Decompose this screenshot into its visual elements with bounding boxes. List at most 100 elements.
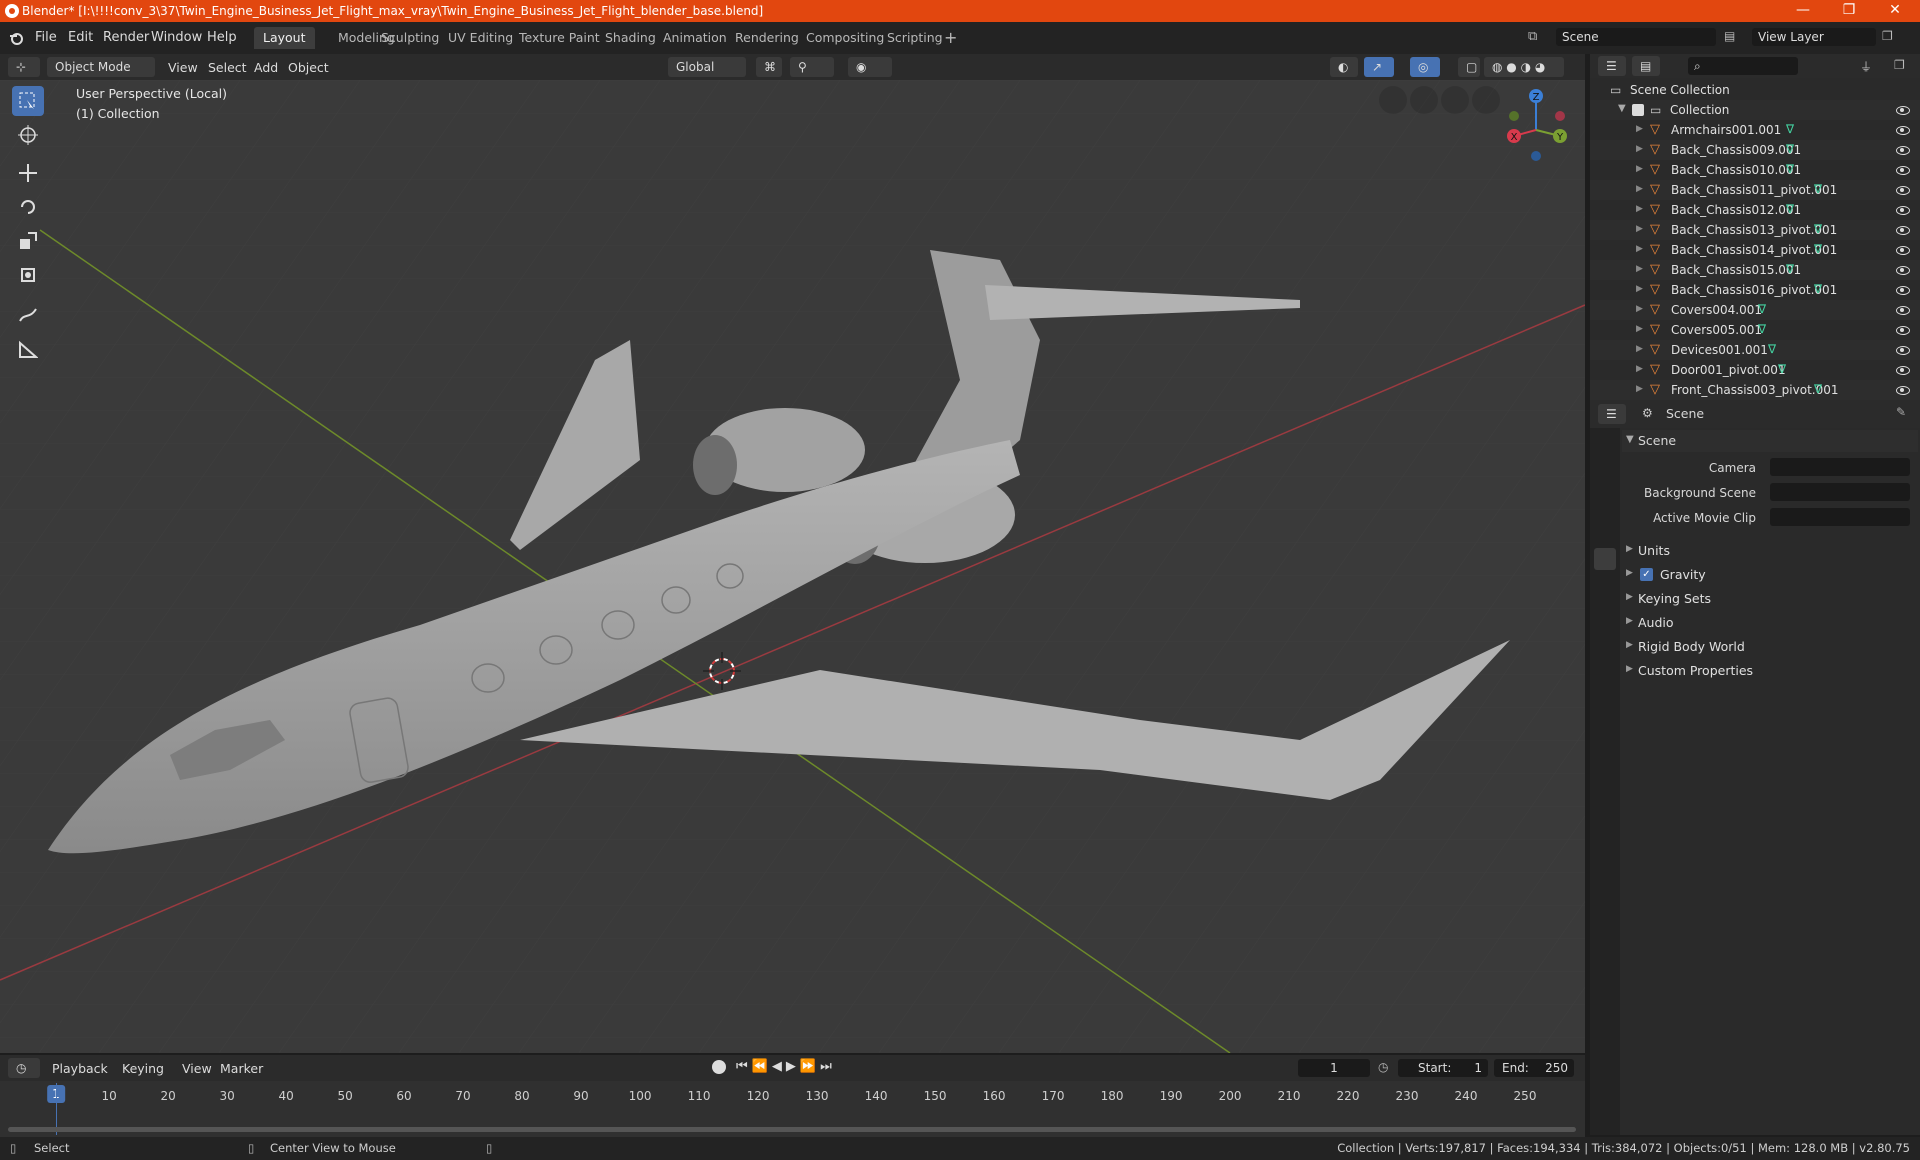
mesh-data-icon[interactable]: ∇ (1814, 242, 1822, 256)
eye-icon[interactable] (1896, 166, 1910, 175)
timeline-editor-type-icon[interactable]: ◷ (8, 1058, 40, 1078)
tab-sculpting[interactable]: Sculpting (372, 27, 448, 49)
pan-hand-icon[interactable] (1441, 86, 1469, 114)
expand-arrow-icon[interactable]: ▶ (1636, 224, 1643, 234)
pivot-icon[interactable]: ⌘ (756, 57, 782, 77)
playback-controls[interactable]: ⏮⏪◀▶⏩⏭ (736, 1059, 836, 1074)
expand-arrow-icon[interactable]: ▶ (1636, 164, 1643, 174)
cursor-tool[interactable] (12, 120, 44, 150)
mode-select[interactable]: Object Mode (47, 57, 155, 77)
close-button[interactable]: ✕ (1872, 0, 1918, 22)
outliner-item[interactable]: ▶ ▽ Covers005.001 ∇ (1590, 320, 1920, 340)
mesh-data-icon[interactable]: ∇ (1768, 342, 1776, 356)
expand-arrow-icon[interactable]: ▶ (1636, 304, 1643, 314)
expand-arrow-icon[interactable]: ▶ (1636, 364, 1643, 374)
zoom-icon[interactable] (1472, 86, 1500, 114)
outliner-item[interactable]: ▶ ▽ Back_Chassis012.001 ∇ (1590, 200, 1920, 220)
outliner-editor-type-icon[interactable]: ☰ (1598, 56, 1626, 76)
properties-section[interactable]: ▶ Audio (1622, 612, 1918, 634)
outliner-item[interactable]: ▶ ▽ Covers004.001 ∇ (1590, 300, 1920, 320)
scene-field[interactable]: Scene (1556, 28, 1716, 46)
scene-collection-row[interactable]: ▭ Scene Collection (1590, 80, 1920, 100)
mesh-data-icon[interactable]: ∇ (1786, 202, 1794, 216)
visibility-icon[interactable]: ◐ (1330, 57, 1358, 77)
eye-icon[interactable] (1896, 226, 1910, 235)
scale-tool[interactable] (12, 226, 44, 256)
outliner-item[interactable]: ▶ ▽ Front_Chassis003_pivot.001 ∇ (1590, 380, 1920, 400)
frame-ruler[interactable]: 1102030405060708090100110120130140150160… (0, 1081, 1585, 1107)
scene-tab-icon[interactable] (1594, 548, 1616, 570)
outliner-item[interactable]: ▶ ▽ Back_Chassis015.001 ∇ (1590, 260, 1920, 280)
marker-menu[interactable]: Marker (220, 1061, 263, 1076)
start-frame-field[interactable]: Start: 1 (1398, 1059, 1488, 1077)
mesh-data-icon[interactable]: ∇ (1758, 322, 1766, 336)
expand-arrow-icon[interactable]: ▶ (1636, 324, 1643, 334)
menu-file[interactable]: File (35, 30, 57, 45)
move-tool[interactable] (12, 158, 44, 188)
pin-icon[interactable]: ✎ (1896, 405, 1906, 419)
measure-tool[interactable] (12, 334, 44, 364)
select-menu[interactable]: Select (208, 60, 247, 75)
outliner-search-input[interactable]: ⌕ (1688, 57, 1798, 75)
rotate-tool[interactable] (12, 192, 44, 222)
snap-icon[interactable]: ⚲ (790, 57, 834, 77)
timeline-view-menu[interactable]: View (182, 1061, 212, 1076)
tab-animation[interactable]: Animation (654, 27, 736, 49)
keying-menu[interactable]: Keying (122, 1061, 164, 1076)
properties-section[interactable]: ▶ Keying Sets (1622, 588, 1918, 610)
mesh-data-icon[interactable]: ∇ (1814, 182, 1822, 196)
add-workspace-icon[interactable]: + (944, 28, 957, 47)
minimize-button[interactable]: — (1780, 0, 1826, 22)
output-tab-icon[interactable] (1594, 494, 1616, 516)
collapse-arrow-icon[interactable]: ▼ (1618, 103, 1626, 114)
eye-icon[interactable] (1896, 186, 1910, 195)
eye-icon[interactable] (1896, 386, 1910, 395)
current-frame-field[interactable]: 1 (1298, 1059, 1370, 1077)
menu-help[interactable]: Help (207, 30, 237, 45)
eye-icon[interactable] (1896, 206, 1910, 215)
view-layer-browse-icon[interactable]: ▤ (1724, 29, 1735, 43)
add-menu[interactable]: Add (254, 60, 278, 75)
transform-tool[interactable] (12, 260, 44, 290)
gizmo-toggle-icon[interactable]: ↗ (1364, 57, 1394, 77)
eye-icon[interactable] (1896, 286, 1910, 295)
tab-texture-paint[interactable]: Texture Paint (510, 27, 609, 49)
outliner-item[interactable]: ▶ ▽ Door001_pivot.001 ∇ (1590, 360, 1920, 380)
new-view-layer-icon[interactable]: ❐ (1882, 29, 1893, 43)
expand-arrow-icon[interactable]: ▶ (1636, 144, 1643, 154)
editor-type-button[interactable]: ⊹ (8, 57, 40, 77)
field-value[interactable] (1770, 508, 1910, 526)
eye-icon[interactable] (1896, 246, 1910, 255)
eye-icon[interactable] (1896, 346, 1910, 355)
eye-icon[interactable] (1896, 306, 1910, 315)
expand-arrow-icon[interactable]: ▶ (1636, 204, 1643, 214)
eye-icon[interactable] (1896, 146, 1910, 155)
camera-view-icon[interactable] (1410, 86, 1438, 114)
outliner-item[interactable]: ▶ ▽ Back_Chassis016_pivot.001 ∇ (1590, 280, 1920, 300)
select-box-tool[interactable] (12, 86, 44, 116)
outliner-item[interactable]: ▶ ▽ Back_Chassis010.001 ∇ (1590, 160, 1920, 180)
view-layer-tab-icon[interactable] (1594, 522, 1616, 544)
properties-section[interactable]: ▶ ✓ Gravity (1622, 564, 1918, 586)
filter-icon[interactable]: ⏚ (1860, 58, 1872, 75)
expand-arrow-icon[interactable]: ▶ (1636, 344, 1643, 354)
navigation-gizmo[interactable]: Z Y X (1500, 86, 1570, 166)
new-collection-icon[interactable]: ❐ (1894, 58, 1905, 72)
preview-range-icon[interactable]: ◷ (1378, 1060, 1388, 1074)
eye-icon[interactable] (1896, 326, 1910, 335)
outliner-item[interactable]: ▶ ▽ Armchairs001.001 ∇ (1590, 120, 1920, 140)
object-menu[interactable]: Object (288, 60, 329, 75)
outliner-item[interactable]: ▶ ▽ Back_Chassis014_pivot.001 ∇ (1590, 240, 1920, 260)
3d-viewport[interactable] (0, 80, 1585, 1053)
eye-icon[interactable] (1896, 106, 1910, 115)
tab-rendering[interactable]: Rendering (726, 27, 808, 49)
gravity-checkbox[interactable]: ✓ (1640, 568, 1653, 581)
outliner-item[interactable]: ▶ ▽ Back_Chassis013_pivot.001 ∇ (1590, 220, 1920, 240)
tab-scripting[interactable]: Scripting (878, 27, 952, 49)
menu-render[interactable]: Render (103, 30, 149, 45)
xray-toggle-icon[interactable]: ▢ (1458, 57, 1480, 77)
overlays-toggle-icon[interactable]: ◎ (1410, 57, 1440, 77)
collection-checkbox[interactable] (1632, 104, 1644, 116)
collection-row[interactable]: ▼ ▭ Collection (1590, 100, 1920, 120)
eye-icon[interactable] (1896, 266, 1910, 275)
